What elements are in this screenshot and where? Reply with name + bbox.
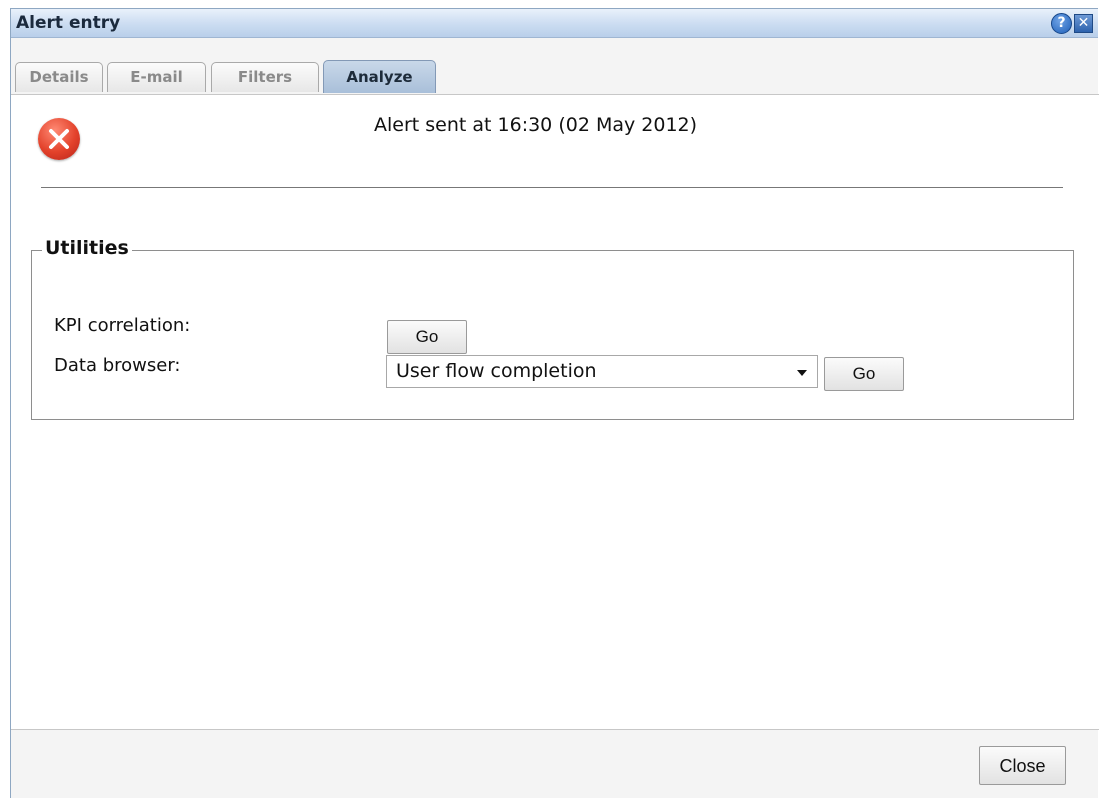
kpi-go-button[interactable]: Go [387,320,467,354]
utilities-group: Utilities KPI correlation: Go Data brows… [31,237,1074,420]
alert-sent-text: Alert sent at 16:30 (02 May 2012) [374,114,698,136]
utilities-legend: Utilities [42,237,132,259]
data-browser-select[interactable]: User flow completion [386,355,818,388]
help-icon[interactable]: ? [1051,13,1072,34]
divider [41,187,1063,188]
alert-entry-dialog: Alert entry ? ✕ Details E-mail Filters A… [10,8,1099,798]
dialog-title: Alert entry [16,13,121,33]
close-icon[interactable]: ✕ [1074,14,1093,33]
tab-strip: Details E-mail Filters Analyze [11,38,1098,94]
error-icon [38,118,80,160]
tab-analyze[interactable]: Analyze [323,60,436,93]
chevron-down-icon [797,370,807,376]
kpi-correlation-label: KPI correlation: [54,315,191,336]
title-bar: Alert entry ? ✕ [11,9,1098,38]
data-browser-label: Data browser: [54,355,181,376]
data-browser-selected-value: User flow completion [396,360,597,382]
data-browser-go-button[interactable]: Go [824,357,904,391]
tab-details[interactable]: Details [15,62,103,92]
tab-filters[interactable]: Filters [211,62,319,92]
analyze-panel: Alert sent at 16:30 (02 May 2012) Utilit… [11,94,1099,730]
close-button[interactable]: Close [979,746,1066,785]
tab-email[interactable]: E-mail [107,62,206,92]
